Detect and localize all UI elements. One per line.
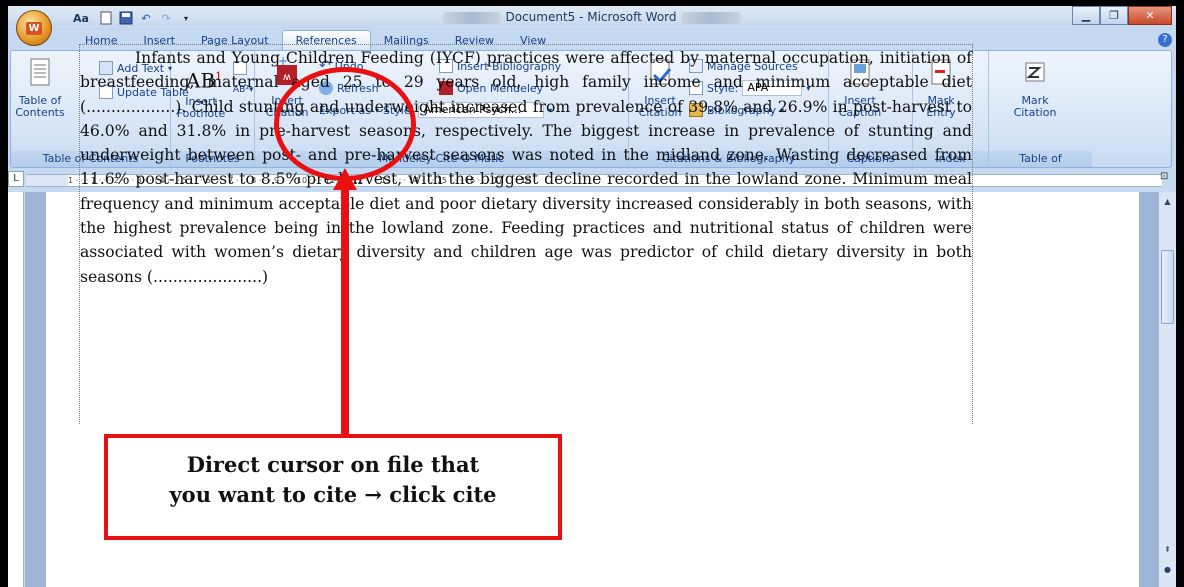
view-ruler-icon[interactable]: ⊡	[1160, 171, 1174, 187]
highlight-ellipse	[274, 67, 416, 181]
scroll-prev-page-icon[interactable]: ⇞	[1162, 544, 1173, 555]
ruler-margin	[26, 174, 68, 187]
close-button[interactable]: ✕	[1128, 6, 1172, 25]
mark-citation-button[interactable]: Mark Citation	[1007, 57, 1063, 119]
mark-citation-label: Mark Citation	[1013, 94, 1057, 119]
minimize-button[interactable]: ▁	[1072, 6, 1100, 25]
scroll-thumb[interactable]	[1161, 250, 1174, 324]
window-title: Document5 - Microsoft Word	[8, 10, 1176, 24]
word-window: Aa ↶ ↷ ▾ Document5 - Microsoft Word ▁ ❐ …	[8, 6, 1176, 587]
document-paragraph[interactable]: Infants and Young Children Feeding (IYCF…	[80, 46, 972, 289]
help-icon[interactable]: ?	[1158, 33, 1172, 47]
scroll-up-icon[interactable]: ▲	[1162, 196, 1173, 207]
table-of-contents-label: Table of Contents	[15, 94, 65, 119]
restore-button[interactable]: ❐	[1100, 6, 1128, 25]
tab-selector[interactable]: L	[8, 171, 24, 187]
blurred-text	[680, 11, 741, 24]
group-label: Table of Authorities	[989, 151, 1092, 180]
office-logo-icon: W	[26, 21, 42, 35]
callout-line-2: you want to cite → click cite	[169, 482, 497, 507]
callout-line-1: Direct cursor on file that	[186, 452, 480, 477]
table-of-contents-icon	[30, 58, 50, 86]
group-table-of-authorities: Mark Citation Table of Authorities	[989, 51, 1092, 180]
select-browse-icon[interactable]: ●	[1162, 564, 1173, 575]
vertical-scrollbar[interactable]: ▲ ⇞ ●	[1158, 192, 1176, 587]
title-bar: Aa ↶ ↷ ▾ Document5 - Microsoft Word ▁ ❐ …	[8, 6, 1176, 30]
blurred-text	[443, 11, 502, 24]
window-controls: ▁ ❐ ✕	[1072, 6, 1172, 25]
mark-citation-icon	[1025, 62, 1045, 82]
arrow-shaft	[341, 186, 349, 444]
instruction-callout: Direct cursor on file that you want to c…	[104, 434, 562, 540]
table-of-contents-button[interactable]: Table of Contents	[13, 57, 67, 119]
office-button[interactable]: W	[16, 10, 52, 46]
vertical-ruler	[8, 192, 24, 587]
window-title-text: Document5 - Microsoft Word	[505, 10, 677, 24]
